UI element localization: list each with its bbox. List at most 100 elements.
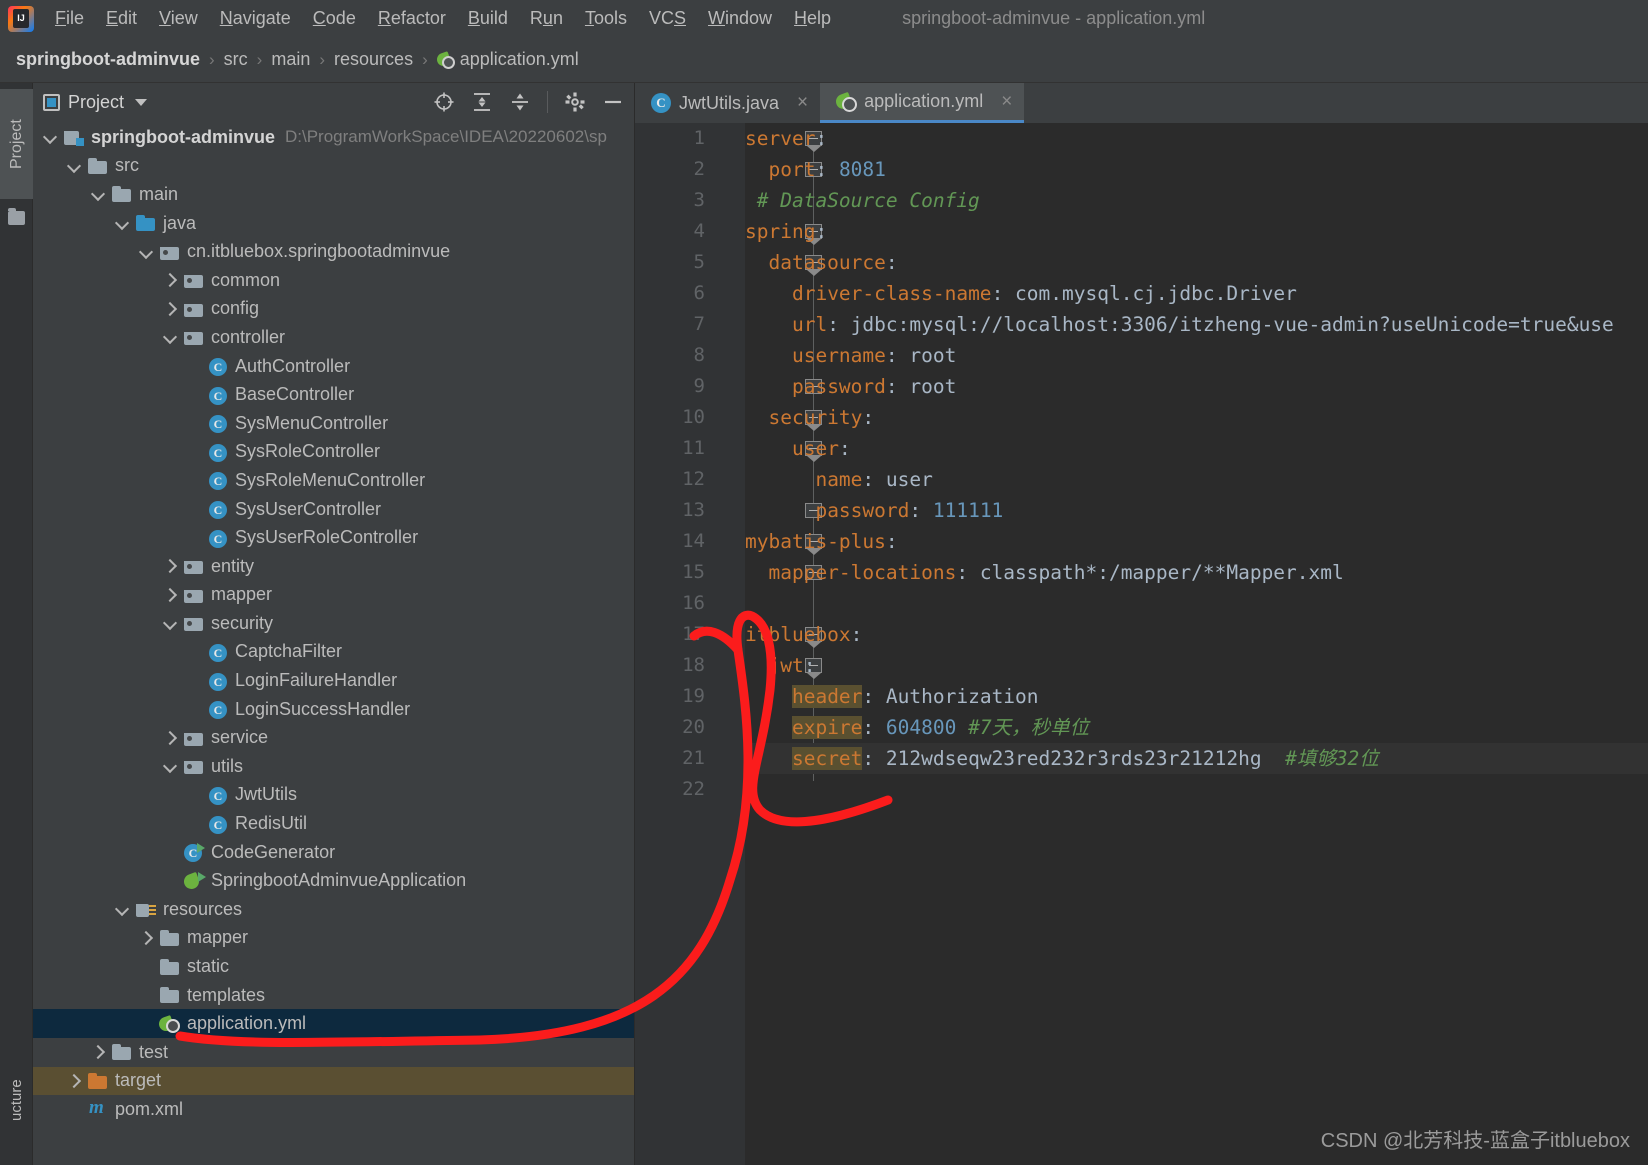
chevron-down-icon[interactable] xyxy=(113,899,133,919)
editor-tab-application-yml[interactable]: application.yml × xyxy=(820,83,1025,123)
menu-item-edit[interactable]: Edit xyxy=(95,6,148,31)
code-line[interactable]: 6 driver-class-name: com.mysql.cj.jdbc.D… xyxy=(694,278,1648,309)
tree-node-target[interactable]: target xyxy=(33,1066,634,1096)
chevron-down-icon[interactable] xyxy=(113,213,133,233)
tree-node-main[interactable]: main xyxy=(33,180,634,209)
tree-node-pom-xml[interactable]: pom.xml xyxy=(33,1095,634,1124)
menu-item-vcs[interactable]: VCS xyxy=(638,6,697,31)
breadcrumb-item-file[interactable]: application.yml xyxy=(460,49,579,70)
menu-item-code[interactable]: Code xyxy=(302,6,367,31)
code-lines[interactable]: 1 server: 2 port: 8081 3 # DataSource Confi… xyxy=(682,123,1648,1165)
chevron-right-icon[interactable] xyxy=(137,928,157,948)
tree-node-loginfailurehandler[interactable]: LoginFailureHandler xyxy=(33,666,634,695)
breadcrumb-item-resources[interactable]: resources xyxy=(334,49,413,70)
menu-item-refactor[interactable]: Refactor xyxy=(367,6,457,31)
settings-gear-icon[interactable] xyxy=(564,91,586,113)
chevron-down-icon[interactable] xyxy=(41,127,61,147)
chevron-right-icon[interactable] xyxy=(161,299,181,319)
menu-item-tools[interactable]: Tools xyxy=(574,6,638,31)
code-line[interactable]: 5 datasource: xyxy=(694,247,1648,278)
tree-node-loginsuccesshandler[interactable]: LoginSuccessHandler xyxy=(33,695,634,724)
tree-node-sysrolemenucontroller[interactable]: SysRoleMenuController xyxy=(33,466,634,495)
code-folding-column[interactable] xyxy=(717,123,822,1165)
tree-node-sysuserrolecontroller[interactable]: SysUserRoleController xyxy=(33,523,634,552)
chevron-right-icon[interactable] xyxy=(89,1042,109,1062)
code-line[interactable]: 16 xyxy=(682,588,1648,619)
tool-window-button-project[interactable]: Project xyxy=(0,89,33,199)
tree-node-jwtutils[interactable]: JwtUtils xyxy=(33,781,634,810)
tree-node-config[interactable]: config xyxy=(33,295,634,324)
tree-node-sysrolecontroller[interactable]: SysRoleController xyxy=(33,438,634,467)
tree-node-static[interactable]: static xyxy=(33,952,634,981)
chevron-right-icon[interactable] xyxy=(161,585,181,605)
close-icon[interactable]: × xyxy=(797,92,808,114)
menu-item-build[interactable]: Build xyxy=(457,6,519,31)
code-line[interactable]: 21 secret: 212wdseqw23red232r3rds23r2121… xyxy=(682,743,1648,774)
tree-node-java[interactable]: java xyxy=(33,209,634,238)
menu-item-view[interactable]: View xyxy=(148,6,209,31)
chevron-right-icon[interactable] xyxy=(65,1071,85,1091)
chevron-right-icon[interactable] xyxy=(161,556,181,576)
code-line[interactable]: 13 password: 111111 xyxy=(682,495,1648,526)
tree-node-resources[interactable]: resources xyxy=(33,895,634,924)
folder-icon[interactable] xyxy=(8,208,25,225)
tree-node-application-yml[interactable]: application.yml xyxy=(33,1009,634,1038)
code-line[interactable]: 14 mybatis-plus: xyxy=(682,526,1648,557)
code-line[interactable]: 1 server: xyxy=(694,123,1648,154)
chevron-down-icon[interactable] xyxy=(89,184,109,204)
chevron-down-icon[interactable] xyxy=(137,242,157,262)
tree-node-redisutil[interactable]: RedisUtil xyxy=(33,809,634,838)
code-line[interactable]: 17 itbluebox: xyxy=(682,619,1648,650)
hide-panel-icon[interactable] xyxy=(602,91,624,113)
tree-node-mapper[interactable]: mapper xyxy=(33,581,634,610)
code-line[interactable]: 18 jwt: xyxy=(682,650,1648,681)
tree-node-captchafilter[interactable]: CaptchaFilter xyxy=(33,638,634,667)
tree-node-sysusercontroller[interactable]: SysUserController xyxy=(33,495,634,524)
chevron-right-icon[interactable] xyxy=(161,270,181,290)
code-line[interactable]: 7 url: jdbc:mysql://localhost:3306/itzhe… xyxy=(694,309,1648,340)
menu-item-navigate[interactable]: Navigate xyxy=(209,6,302,31)
tree-node-codegenerator[interactable]: CodeGenerator xyxy=(33,838,634,867)
tree-node-controller[interactable]: controller xyxy=(33,323,634,352)
menu-item-file[interactable]: File xyxy=(44,6,95,31)
code-line[interactable]: 20 expire: 604800 #7天，秒单位 xyxy=(682,712,1648,743)
tree-node-sysmenucontroller[interactable]: SysMenuController xyxy=(33,409,634,438)
code-line[interactable]: 10 security: xyxy=(682,402,1648,433)
tree-node-springbootadminvueapplication[interactable]: SpringbootAdminvueApplication xyxy=(33,866,634,895)
breadcrumb-item-project[interactable]: springboot-adminvue xyxy=(16,49,200,70)
tree-node-security[interactable]: security xyxy=(33,609,634,638)
chevron-down-icon[interactable] xyxy=(161,327,181,347)
code-line[interactable]: 11 user: xyxy=(682,433,1648,464)
collapse-all-icon[interactable] xyxy=(509,91,531,113)
tree-node-test[interactable]: test xyxy=(33,1038,634,1067)
editor-tab-jwtutils-java[interactable]: JwtUtils.java × xyxy=(635,83,821,123)
chevron-down-icon[interactable] xyxy=(161,613,181,633)
chevron-down-icon[interactable] xyxy=(135,98,148,106)
breadcrumb-item-main[interactable]: main xyxy=(271,49,310,70)
tree-node-mapper[interactable]: mapper xyxy=(33,924,634,953)
tree-node-basecontroller[interactable]: BaseController xyxy=(33,380,634,409)
code-line[interactable]: 2 port: 8081 xyxy=(694,154,1648,185)
menu-item-run[interactable]: Run xyxy=(519,6,574,31)
code-line[interactable]: 4 spring: xyxy=(694,216,1648,247)
menu-item-help[interactable]: Help xyxy=(783,6,842,31)
tree-node-cn-itbluebox-springbootadminvue[interactable]: cn.itbluebox.springbootadminvue xyxy=(33,237,634,266)
tree-node-springboot-adminvue[interactable]: springboot-adminvue D:\ProgramWorkSpace\I… xyxy=(33,123,634,152)
project-tree[interactable]: springboot-adminvue D:\ProgramWorkSpace\I… xyxy=(33,121,634,1124)
chevron-down-icon[interactable] xyxy=(161,756,181,776)
code-line[interactable]: 9 password: root xyxy=(694,371,1648,402)
tool-window-button-structure[interactable]: ucture xyxy=(0,1035,33,1165)
code-line[interactable]: 12 name: user xyxy=(682,464,1648,495)
menu-item-window[interactable]: Window xyxy=(697,6,783,31)
select-opened-file-icon[interactable] xyxy=(433,91,455,113)
code-line[interactable]: 3 # DataSource Config xyxy=(694,185,1648,216)
tree-node-service[interactable]: service xyxy=(33,723,634,752)
code-line[interactable]: 22 xyxy=(682,774,1648,805)
tree-node-src[interactable]: src xyxy=(33,152,634,181)
code-line[interactable]: 8 username: root xyxy=(694,340,1648,371)
tree-node-authcontroller[interactable]: AuthController xyxy=(33,352,634,381)
chevron-down-icon[interactable] xyxy=(65,156,85,176)
code-line[interactable]: 15 mapper-locations: classpath*:/mapper/… xyxy=(682,557,1648,588)
code-line[interactable]: 19 header: Authorization xyxy=(682,681,1648,712)
tree-node-entity[interactable]: entity xyxy=(33,552,634,581)
